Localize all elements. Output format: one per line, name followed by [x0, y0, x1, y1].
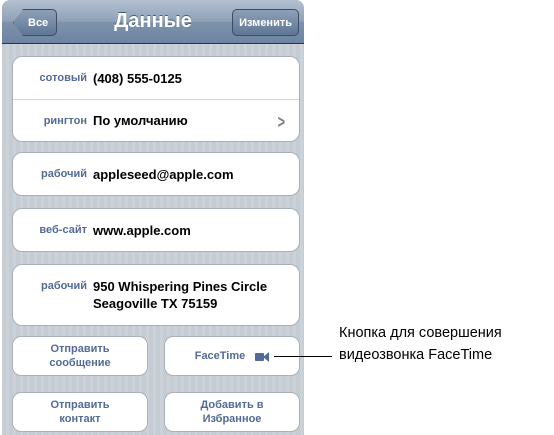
edit-button[interactable]: Изменить [232, 9, 299, 36]
add-to-favorites-button[interactable]: Добавить в Избранное [164, 392, 300, 432]
share-contact-button[interactable]: Отправить контакт [12, 392, 148, 432]
field-label: рабочий [41, 280, 87, 292]
contact-screen: Все Данные Изменить сотовый (408) 555-01… [2, 0, 304, 435]
navigation-bar: Все Данные Изменить [2, 0, 304, 44]
button-label: Избранное [202, 413, 262, 425]
address-line1: 950 Whispering Pines Circle [93, 279, 268, 294]
button-label: Отправить [50, 399, 110, 411]
email-row[interactable]: рабочий appleseed@apple.com [13, 153, 299, 195]
field-label: сотовый [39, 72, 87, 84]
field-label: веб-сайт [39, 224, 87, 236]
ringtone-value: По умолчанию [93, 113, 188, 128]
button-label: контакт [59, 413, 101, 425]
email-group: рабочий appleseed@apple.com [12, 152, 300, 196]
website-value: www.apple.com [93, 222, 191, 238]
email-value: appleseed@apple.com [93, 166, 234, 182]
field-label: рингтон [43, 114, 87, 127]
address-group: рабочий 950 Whispering Pines Circle Seag… [12, 264, 300, 326]
button-label: FaceTime [194, 350, 246, 362]
website-row[interactable]: веб-сайт www.apple.com [13, 209, 299, 251]
callout-text: Кнопка для совершения видеозвонка FaceTi… [339, 322, 554, 366]
website-group: веб-сайт www.apple.com [12, 208, 300, 252]
phone-number: (408) 555-0125 [93, 70, 182, 86]
ringtone-row[interactable]: рингтон По умолчанию > [13, 99, 299, 141]
chevron-right-icon: > [278, 112, 286, 132]
address-value: 950 Whispering Pines Circle Seagoville T… [93, 278, 267, 312]
back-button[interactable]: Все [13, 9, 58, 36]
button-label: Отправить [50, 343, 110, 355]
field-label: рабочий [41, 168, 87, 180]
address-row[interactable]: рабочий 950 Whispering Pines Circle Seag… [13, 265, 299, 325]
button-label: Добавить в [200, 399, 264, 411]
address-line2: Seagoville TX 75159 [93, 296, 218, 311]
callout-line2: видеозвонка FaceTime [339, 347, 493, 363]
button-label: сообщение [49, 357, 111, 369]
page-title: Данные [114, 10, 192, 32]
video-camera-icon [255, 351, 270, 362]
send-message-button[interactable]: Отправить сообщение [12, 336, 148, 376]
back-button-label: Все [28, 16, 49, 29]
edit-button-label: Изменить [239, 16, 292, 29]
callout-line1: Кнопка для совершения [339, 325, 502, 341]
callout-line [274, 356, 332, 357]
phone-group: сотовый (408) 555-0125 рингтон По умолча… [12, 56, 300, 142]
mobile-phone-row[interactable]: сотовый (408) 555-0125 [13, 57, 299, 99]
